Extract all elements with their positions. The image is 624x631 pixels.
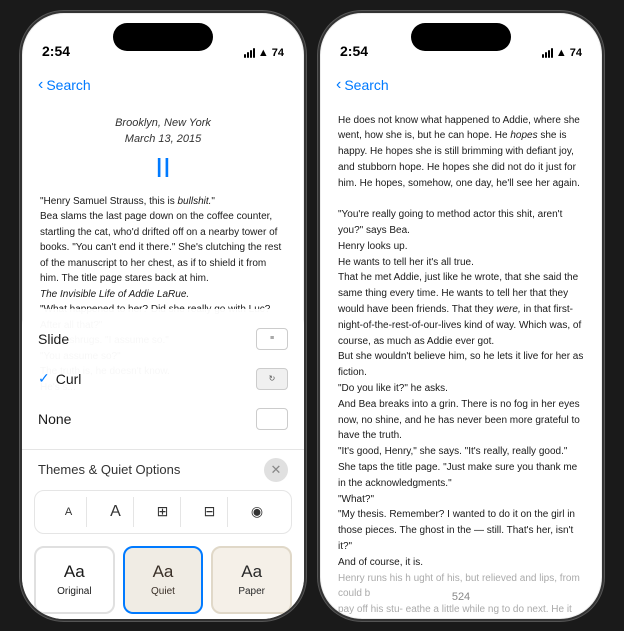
right-para-9: "It's good, Henry," she says. "It's real…: [338, 444, 584, 491]
nav-bar-right: ‹ Search: [320, 65, 602, 105]
battery-label: 74: [272, 47, 284, 59]
left-phone: 2:54 ▲ 74 ‹ Search Brooklyn, Ne: [20, 11, 306, 621]
font-large-button[interactable]: A: [98, 497, 134, 527]
overlay-panel: Slide ≡ ✓ Curl ↻ None Themes &: [22, 309, 304, 619]
dynamic-island-left: [113, 23, 213, 51]
font-small-button[interactable]: A: [51, 497, 87, 527]
battery-label-right: 74: [570, 47, 582, 59]
theme-quiet-label: Quiet: [151, 586, 175, 597]
right-book-text: He does not know what happened to Addie,…: [338, 113, 584, 619]
wifi-icon: ▲: [258, 47, 269, 59]
time-right: 2:54: [340, 43, 368, 59]
right-para-7: "Do you like it?" he asks.: [338, 381, 584, 397]
signal-icon: [244, 48, 255, 58]
back-button-right[interactable]: ‹ Search: [336, 76, 389, 94]
display-options-button[interactable]: ◉: [239, 497, 275, 527]
right-book-content: He does not know what happened to Addie,…: [320, 105, 602, 619]
font-controls: A A ⊞ ⊟ ◉: [34, 490, 292, 534]
nav-bar-left: ‹ Search: [22, 65, 304, 105]
quiet-options-label: Quiet Options: [101, 462, 181, 477]
right-para-6: But she wouldn't believe him, so he lets…: [338, 349, 584, 381]
right-para-14: pay off his stu- eathe a little while ng…: [338, 602, 584, 618]
location-line1: Brooklyn, New York: [115, 117, 211, 129]
location-line2: March 13, 2015: [125, 133, 201, 145]
right-para-1: He does not know what happened to Addie,…: [338, 113, 584, 192]
font-style-button[interactable]: ⊟: [192, 497, 228, 527]
slide-option-label-none: None: [38, 411, 71, 427]
right-para-5: That he met Addie, just like he wrote, t…: [338, 270, 584, 349]
slide-option-curl[interactable]: ✓ Curl ↻: [38, 359, 288, 399]
none-icon: [256, 408, 288, 430]
right-para-4: He wants to tell her it's all true.: [338, 255, 584, 271]
slide-option-none[interactable]: None: [38, 399, 288, 439]
page-layout-button[interactable]: ⊞: [145, 497, 181, 527]
slide-options: Slide ≡ ✓ Curl ↻ None: [22, 309, 304, 450]
theme-paper-text: Aa: [241, 562, 262, 582]
theme-grid: Aa Original Aa Quiet Aa Paper Aa Bold Aa: [22, 538, 304, 619]
back-label-left: Search: [46, 77, 90, 93]
slide-option-label-slide: Slide: [38, 331, 69, 347]
curl-icon: ↻: [256, 368, 288, 390]
themes-title: Themes &: [38, 462, 101, 477]
right-para-11: "My thesis. Remember? I wanted to do it …: [338, 507, 584, 554]
right-para-3: Henry looks up.: [338, 239, 584, 255]
theme-original[interactable]: Aa Original: [34, 546, 115, 614]
back-chevron-icon-right: ‹: [336, 76, 341, 94]
right-para-2: "You're really going to method actor thi…: [338, 207, 584, 239]
back-button-left[interactable]: ‹ Search: [38, 76, 91, 94]
chapter-heading: II: [40, 152, 286, 184]
slide-option-slide[interactable]: Slide ≡: [38, 319, 288, 359]
close-button[interactable]: ✕: [264, 458, 288, 482]
wifi-icon-right: ▲: [556, 47, 567, 59]
signal-icon-right: [542, 48, 553, 58]
status-icons-left: ▲ 74: [244, 47, 284, 59]
themes-quiet-label: Themes & Quiet Options: [38, 461, 180, 479]
right-para-10: "What?": [338, 492, 584, 508]
eye-icon: ◉: [251, 503, 263, 520]
theme-original-text: Aa: [64, 562, 85, 582]
slide-icon: ≡: [256, 328, 288, 350]
phones-container: 2:54 ▲ 74 ‹ Search Brooklyn, Ne: [20, 11, 604, 621]
status-icons-right: ▲ 74: [542, 47, 582, 59]
themes-section-header: Themes & Quiet Options ✕: [22, 450, 304, 486]
book-header: Brooklyn, New York March 13, 2015 II: [40, 115, 286, 184]
theme-quiet[interactable]: Aa Quiet: [123, 546, 204, 614]
book-location: Brooklyn, New York March 13, 2015: [40, 115, 286, 148]
dynamic-island-right: [411, 23, 511, 51]
page-layout-icon: ⊞: [157, 503, 169, 520]
page-number: 524: [452, 591, 470, 603]
curl-checkmark: ✓: [38, 370, 50, 387]
book-para-1: "Henry Samuel Strauss, this is bullshit.…: [40, 194, 286, 210]
book-para-2: Bea slams the last page down on the coff…: [40, 209, 286, 287]
time-left: 2:54: [42, 43, 70, 59]
theme-original-label: Original: [57, 586, 91, 597]
back-label-right: Search: [344, 77, 388, 93]
theme-paper[interactable]: Aa Paper: [211, 546, 292, 614]
right-para-12: And of course, it is.: [338, 555, 584, 571]
slide-option-label-curl: Curl: [56, 371, 82, 387]
book-para-3: The Invisible Life of Addie LaRue.: [40, 287, 286, 303]
back-chevron-icon: ‹: [38, 76, 43, 94]
right-para-8: And Bea breaks into a grin. There is no …: [338, 397, 584, 444]
theme-paper-label: Paper: [238, 586, 265, 597]
theme-quiet-text: Aa: [153, 562, 174, 582]
font-style-icon: ⊟: [204, 503, 216, 520]
right-phone: 2:54 ▲ 74 ‹ Search He does not know what…: [318, 11, 604, 621]
